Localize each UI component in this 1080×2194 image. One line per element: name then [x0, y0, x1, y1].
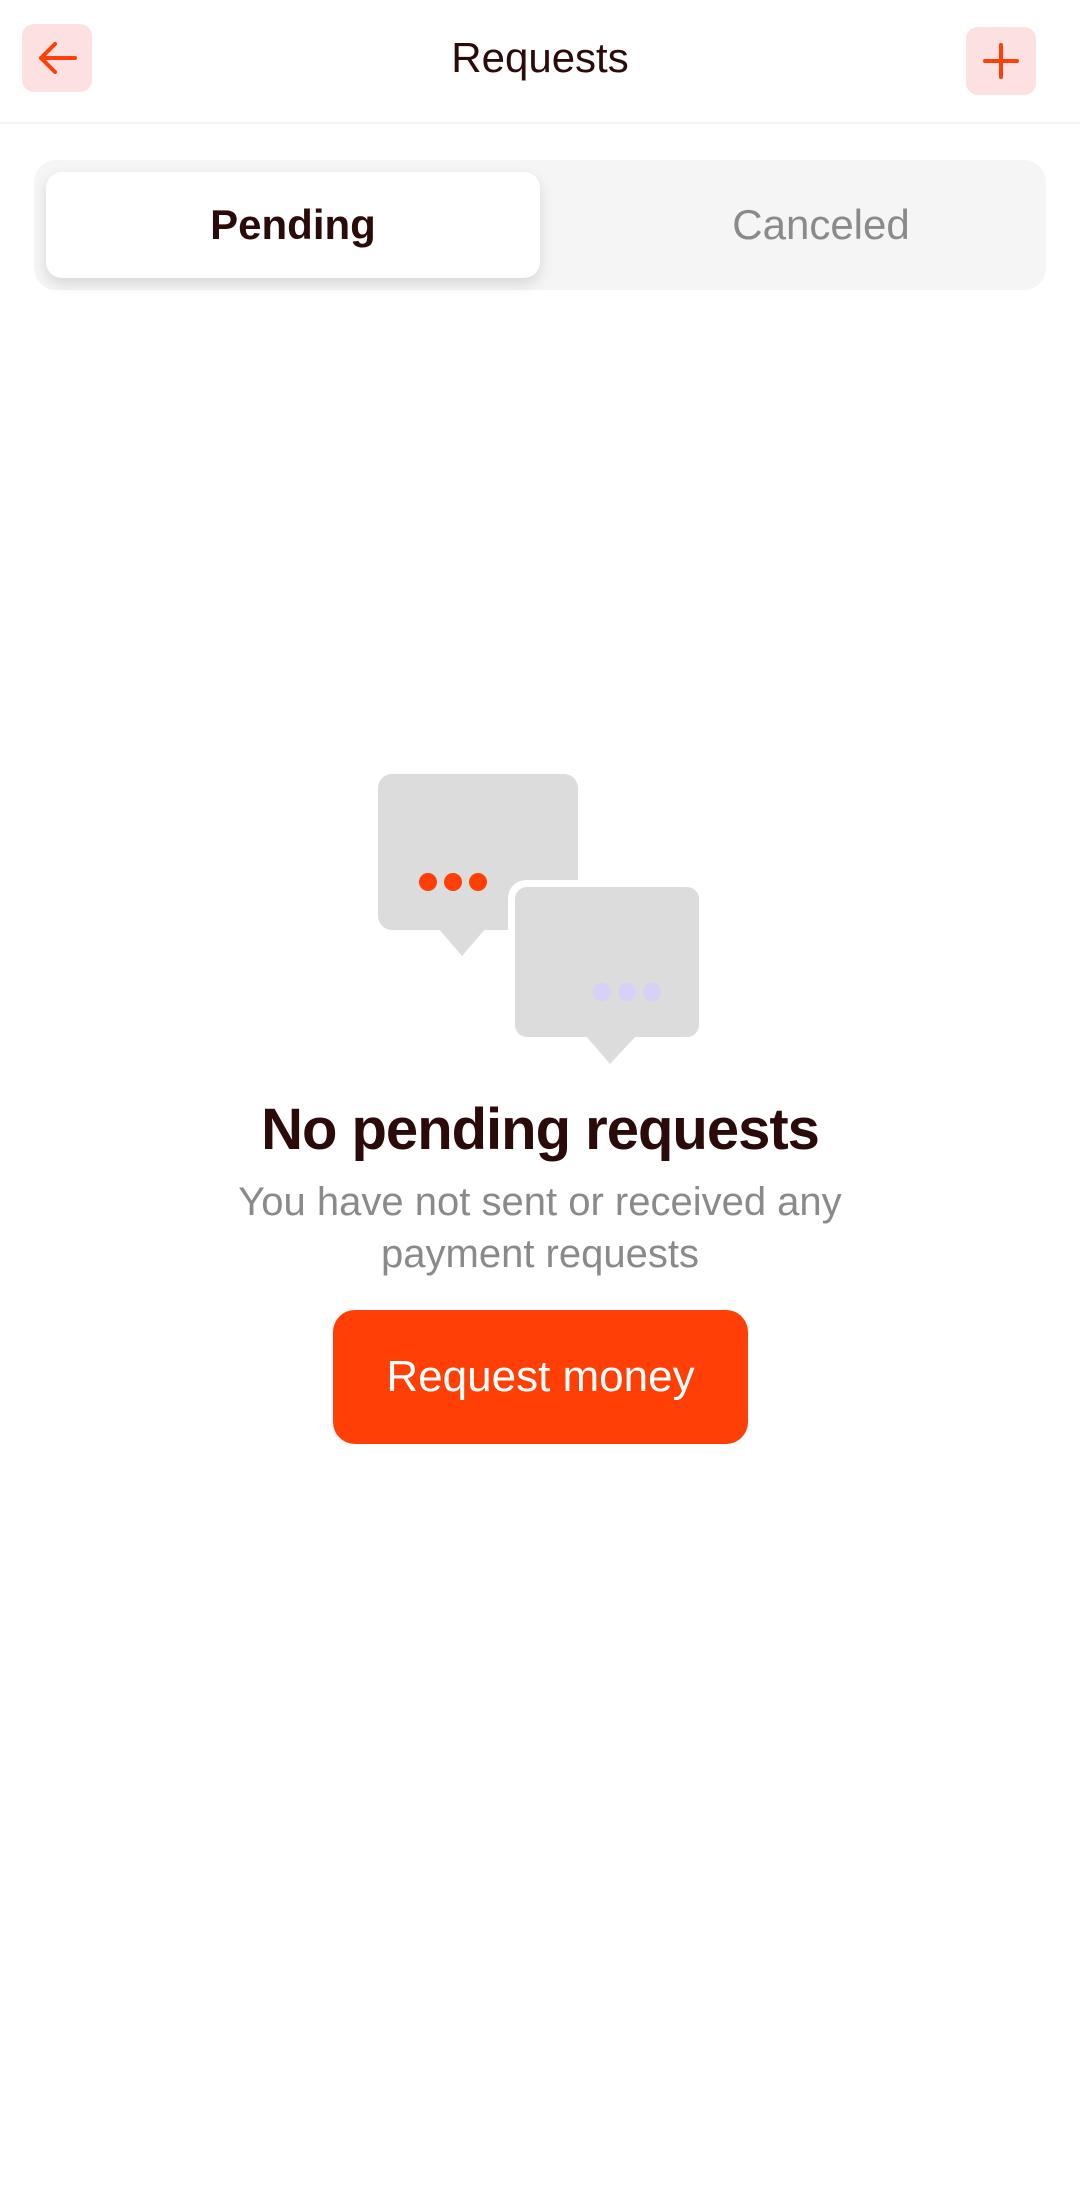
empty-state-subtitle: You have not sent or received any paymen… — [238, 1180, 842, 1276]
plus-icon — [983, 43, 1019, 79]
empty-state-title: No pending requests — [261, 1097, 820, 1162]
request-money-button[interactable]: Request money — [333, 1310, 748, 1444]
tab-pending[interactable]: Pending — [46, 172, 540, 278]
page-title: Requests — [451, 34, 629, 81]
requests-screen: Requests Pending Canceled No pending req… — [0, 0, 1080, 2194]
chat-bubbles-icon — [378, 774, 704, 1064]
request-status-tabs: Pending Canceled — [34, 160, 1046, 290]
top-bar: Requests — [0, 0, 1080, 124]
add-request-button[interactable] — [966, 27, 1036, 95]
tab-canceled[interactable]: Canceled — [574, 172, 1068, 278]
chat-bubble-front — [508, 880, 704, 1064]
